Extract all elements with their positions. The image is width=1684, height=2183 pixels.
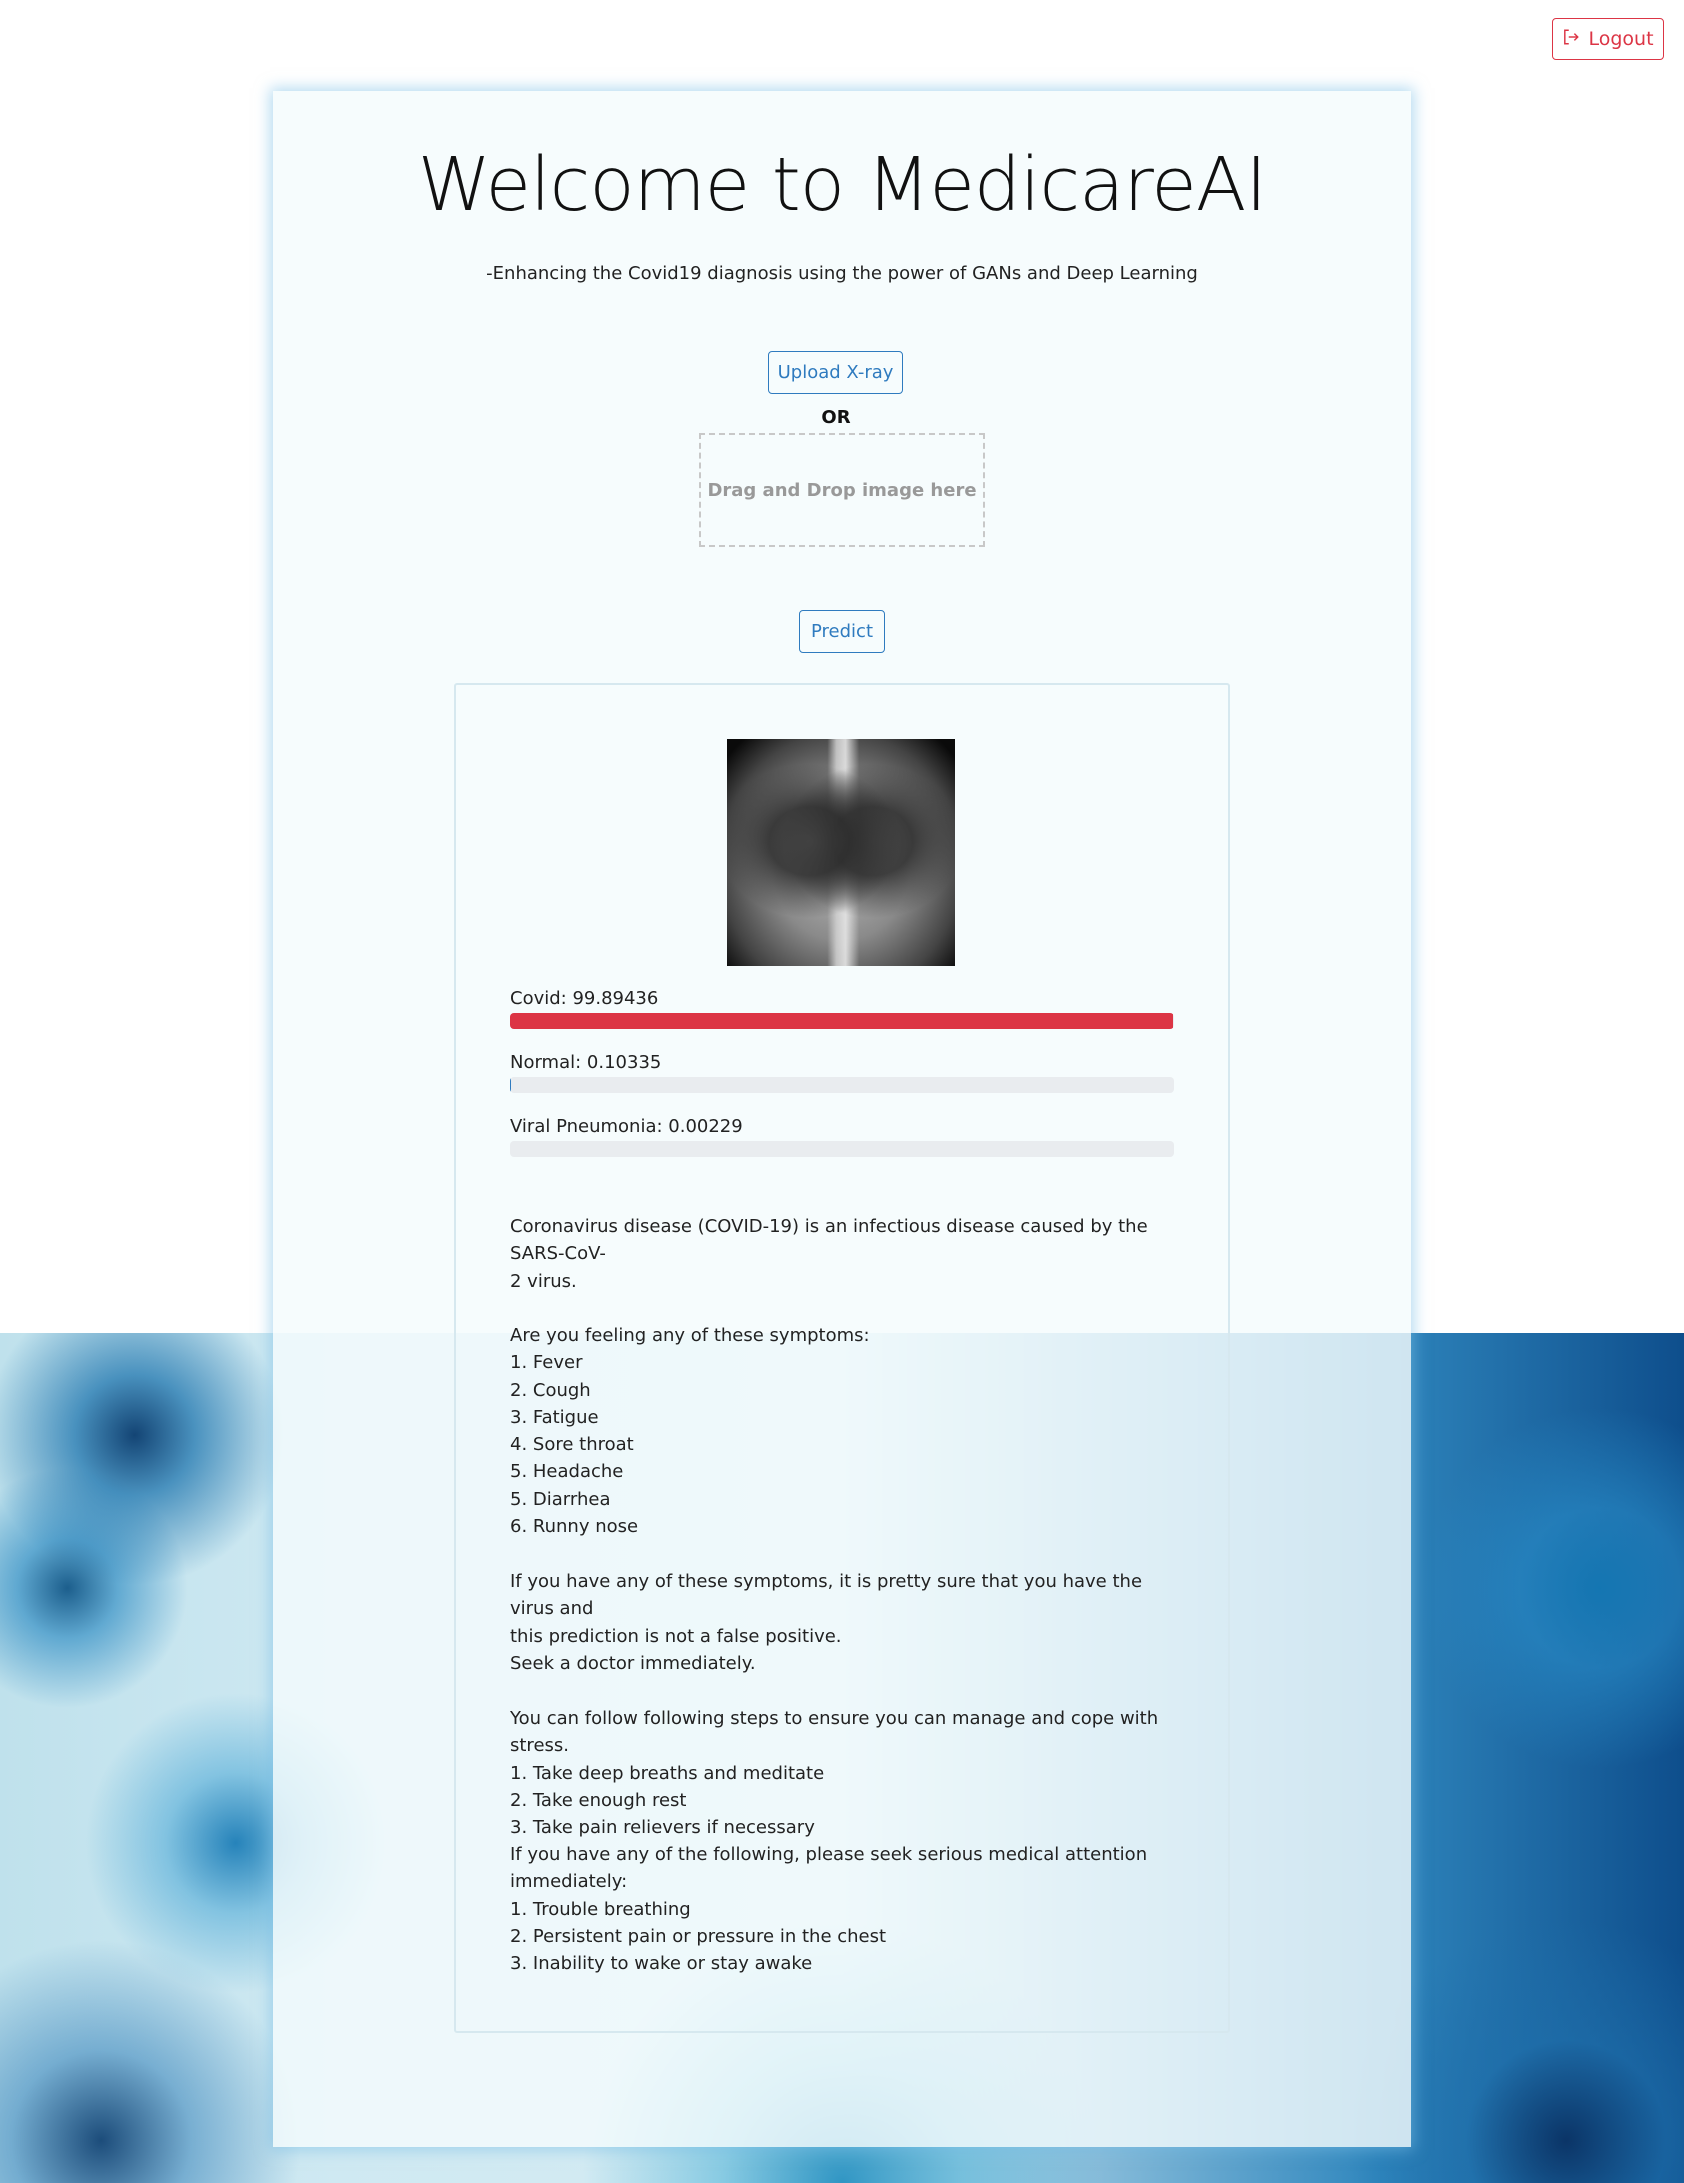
logout-label: Logout — [1588, 28, 1654, 50]
normal-probability-bar — [510, 1077, 1174, 1093]
emergency-heading: immediately: — [510, 1871, 628, 1893]
page-subtitle: -Enhancing the Covid19 diagnosis using t… — [486, 263, 1198, 284]
symptom-item: 6. Runny nose — [510, 1516, 639, 1538]
description-line: 2 virus. — [510, 1270, 577, 1292]
stress-item: 1. Take deep breaths and meditate — [510, 1762, 825, 1784]
symptom-item: 1. Fever — [510, 1352, 583, 1374]
stress-item: 3. Take pain relievers if necessary — [510, 1817, 815, 1839]
covid-probability-fill — [510, 1013, 1174, 1029]
warning-line: If you have any of these symptoms, it is… — [510, 1571, 1143, 1620]
upload-xray-button[interactable]: Upload X-ray — [768, 351, 903, 394]
normal-probability-label: Normal: 0.10335 — [510, 1052, 662, 1073]
symptom-item: 3. Fatigue — [510, 1406, 599, 1428]
pneumonia-probability-bar — [510, 1141, 1174, 1157]
page-title: Welcome to MedicareAI — [417, 142, 1268, 228]
emergency-item: 3. Inability to wake or stay awake — [510, 1953, 813, 1975]
stress-steps: You can follow following steps to ensure… — [510, 1705, 1174, 1841]
logout-icon — [1562, 28, 1580, 51]
or-label: OR — [821, 407, 851, 428]
dropzone-label: Drag and Drop image here — [707, 479, 977, 501]
xray-image — [727, 739, 955, 966]
stress-heading: You can follow following steps to ensure… — [510, 1708, 1159, 1757]
symptoms-list: Are you feeling any of these symptoms: 1… — [510, 1322, 1174, 1540]
disease-description: Coronavirus disease (COVID-19) is an inf… — [510, 1213, 1174, 1295]
emergency-list: If you have any of the following, please… — [510, 1841, 1174, 1977]
symptom-item: 5. Headache — [510, 1461, 624, 1483]
emergency-heading: If you have any of the following, please… — [510, 1844, 1148, 1865]
pneumonia-probability-label: Viral Pneumonia: 0.00229 — [510, 1116, 743, 1137]
warning-line: Seek a doctor immediately. — [510, 1652, 756, 1674]
symptom-item: 2. Cough — [510, 1379, 591, 1401]
normal-probability-fill — [510, 1077, 511, 1093]
logout-button[interactable]: Logout — [1552, 18, 1664, 60]
emergency-item: 2. Persistent pain or pressure in the ch… — [510, 1925, 887, 1947]
covid-probability-label: Covid: 99.89436 — [510, 988, 659, 1009]
stress-item: 2. Take enough rest — [510, 1789, 687, 1811]
symptoms-heading: Are you feeling any of these symptoms: — [510, 1325, 870, 1346]
emergency-item: 1. Trouble breathing — [510, 1898, 691, 1920]
drag-drop-zone[interactable]: Drag and Drop image here — [699, 433, 985, 547]
warning-line: this prediction is not a false positive. — [510, 1625, 842, 1647]
description-line: Coronavirus disease (COVID-19) is an inf… — [510, 1216, 1148, 1265]
covid-probability-bar — [510, 1013, 1174, 1029]
warning-text: If you have any of these symptoms, it is… — [510, 1568, 1174, 1677]
symptom-item: 5. Diarrhea — [510, 1488, 611, 1510]
predict-button[interactable]: Predict — [799, 610, 885, 653]
symptom-item: 4. Sore throat — [510, 1434, 634, 1456]
